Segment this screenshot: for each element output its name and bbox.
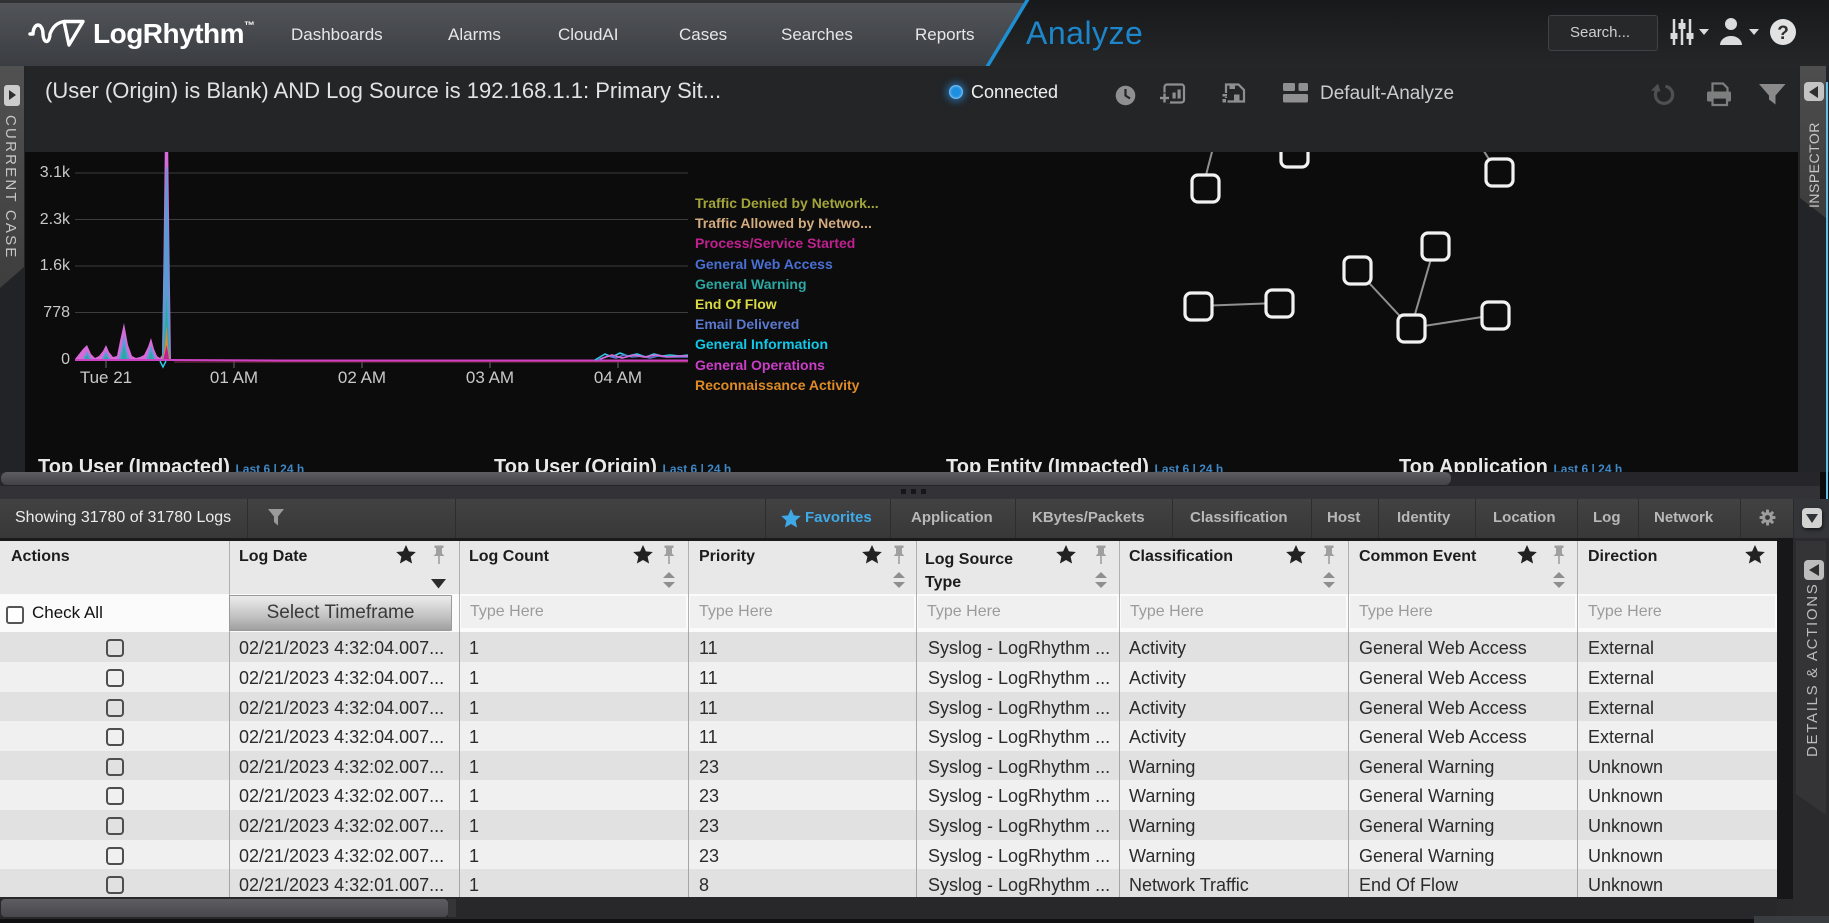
svg-text:?: ? [1777,23,1789,44]
